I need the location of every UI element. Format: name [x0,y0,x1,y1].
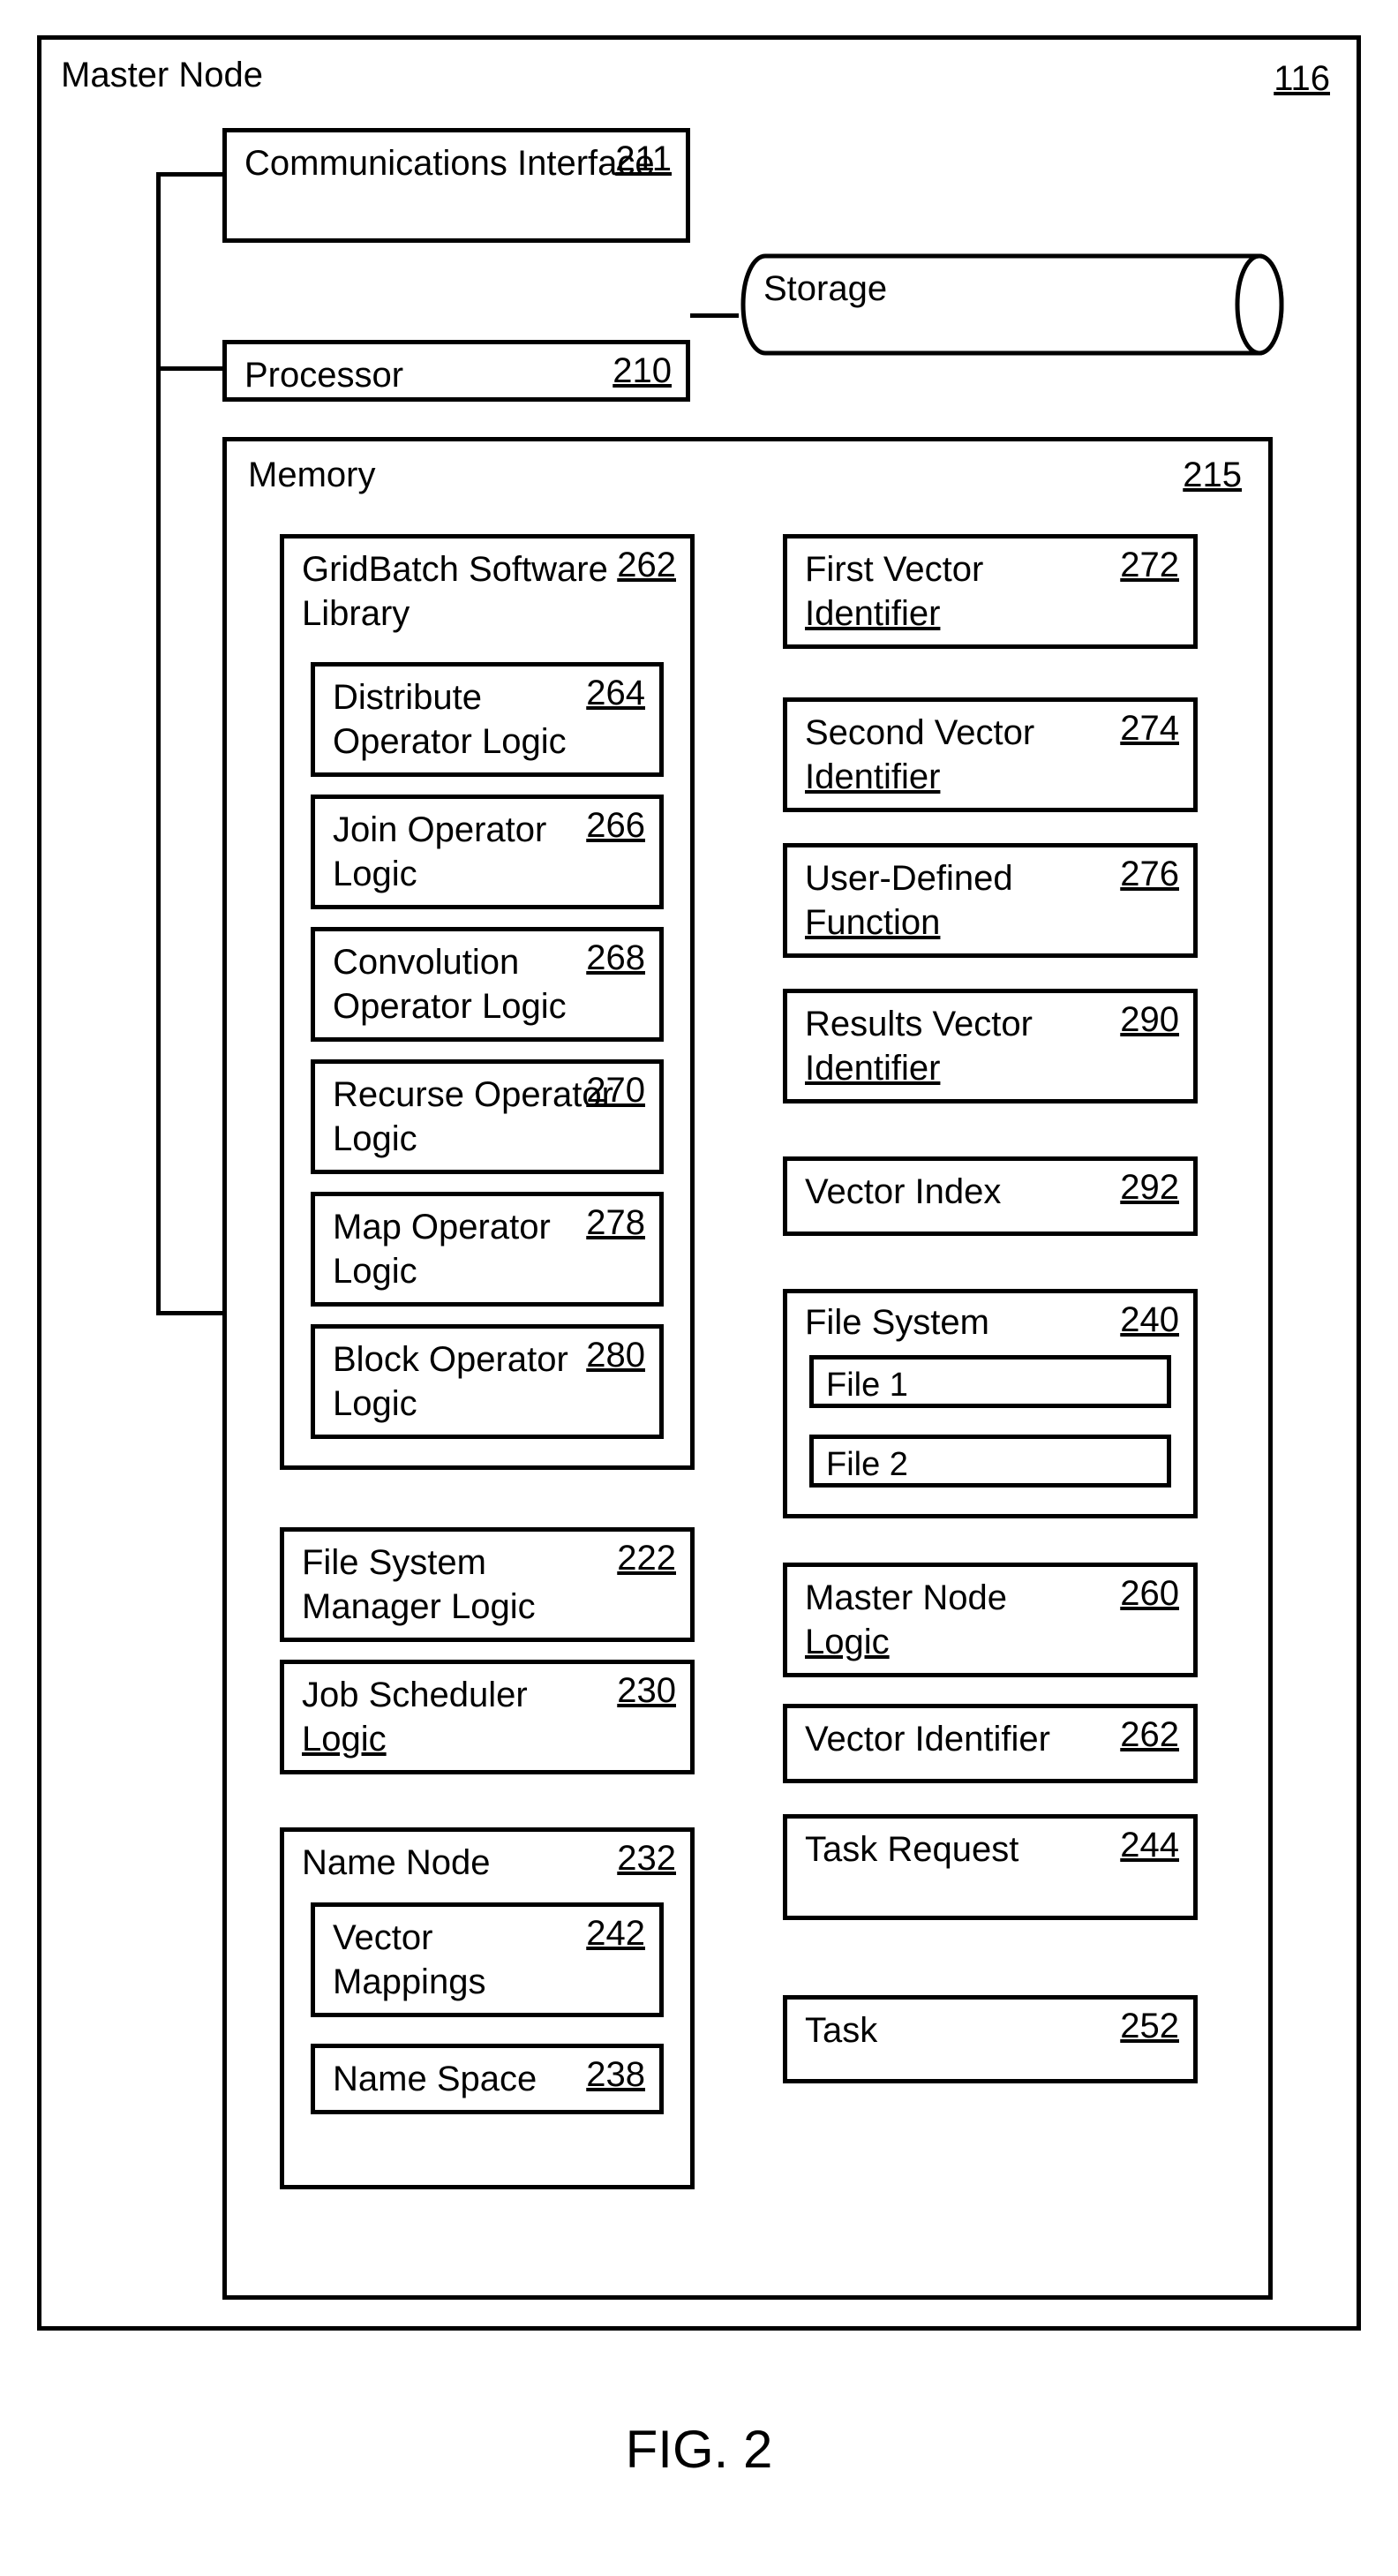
name-node-box: Name Node 232 VectorMappings 242 Name Sp… [280,1827,695,2189]
file-system-box: File System 240 File 1 File 2 [783,1289,1198,1518]
vector-identifier-box: Vector Identifier 262 [783,1704,1198,1783]
diagram-page: Master Node 116 Communications Interface… [37,35,1361,2480]
task-request-box: Task Request 244 [783,1814,1198,1920]
distribute-operator-ref: 264 [586,674,645,713]
file1-label: File 1 [826,1365,1154,1407]
convolution-operator-ref: 268 [586,938,645,978]
file2-box: File 2 [809,1435,1171,1488]
map-operator-ref: 278 [586,1203,645,1243]
results-vector-box: Results VectorIdentifier 290 [783,989,1198,1103]
second-vector-ref: 274 [1120,709,1179,749]
storage-cylinder: Storage [739,252,1286,358]
convolution-operator-box: ConvolutionOperator Logic 268 [311,927,664,1042]
first-vector-box: First VectorIdentifier 272 [783,534,1198,649]
udf-box: User-DefinedFunction 276 [783,843,1198,958]
software-library-ref: 262 [617,546,676,585]
block-operator-ref: 280 [586,1336,645,1375]
communications-interface-box: Communications Interface 211 [222,128,690,243]
vector-index-ref: 292 [1120,1168,1179,1208]
second-vector-box: Second VectorIdentifier 274 [783,697,1198,812]
job-scheduler-ref: 230 [617,1671,676,1711]
vector-identifier-ref: 262 [1120,1715,1179,1755]
communications-interface-ref: 211 [615,139,672,179]
vector-mappings-box: VectorMappings 242 [311,1902,664,2017]
job-scheduler-box: Job SchedulerLogic 230 [280,1660,695,1774]
memory-ref: 215 [1183,456,1242,495]
name-space-ref: 238 [586,2055,645,2095]
memory-label: Memory [248,456,375,495]
connector-storage [690,313,739,318]
master-node-logic-ref: 260 [1120,1574,1179,1614]
memory-box: Memory 215 GridBatch SoftwareLibrary 262… [222,437,1273,2300]
figure-caption: FIG. 2 [37,2419,1361,2480]
processor-ref: 210 [613,351,672,391]
distribute-operator-box: DistributeOperator Logic 264 [311,662,664,777]
stub-proc [156,366,227,371]
task-ref: 252 [1120,2007,1179,2046]
file1-box: File 1 [809,1355,1171,1408]
master-node-logic-box: Master NodeLogic 260 [783,1563,1198,1677]
bus-line [156,172,161,1315]
udf-ref: 276 [1120,855,1179,894]
recurse-operator-box: Recurse OperatorLogic 270 [311,1059,664,1174]
file-system-ref: 240 [1120,1300,1179,1340]
name-node-ref: 232 [617,1839,676,1879]
software-library-box: GridBatch SoftwareLibrary 262 Distribute… [280,534,695,1470]
communications-interface-label: Communications Interface [244,141,672,185]
storage-label: Storage [763,269,887,309]
master-node-ref: 116 [1274,59,1330,99]
recurse-operator-ref: 270 [586,1071,645,1111]
processor-label: Processor [244,353,672,397]
master-node-title: Master Node [61,56,263,95]
stub-comm [156,172,227,177]
join-operator-ref: 266 [586,806,645,846]
vector-mappings-ref: 242 [586,1914,645,1954]
task-box: Task 252 [783,1995,1198,2083]
first-vector-ref: 272 [1120,546,1179,585]
stub-memory [156,1311,227,1315]
file2-label: File 2 [826,1444,1154,1487]
fsm-ref: 222 [617,1539,676,1578]
block-operator-box: Block OperatorLogic 280 [311,1324,664,1439]
name-space-box: Name Space 238 [311,2044,664,2114]
processor-box: Processor 210 [222,340,690,402]
results-vector-ref: 290 [1120,1000,1179,1040]
vector-index-box: Vector Index 292 [783,1156,1198,1236]
task-request-ref: 244 [1120,1826,1179,1865]
join-operator-box: Join OperatorLogic 266 [311,795,664,909]
map-operator-box: Map OperatorLogic 278 [311,1192,664,1307]
master-node-container: Master Node 116 Communications Interface… [37,35,1361,2331]
fsm-box: File SystemManager Logic 222 [280,1527,695,1642]
